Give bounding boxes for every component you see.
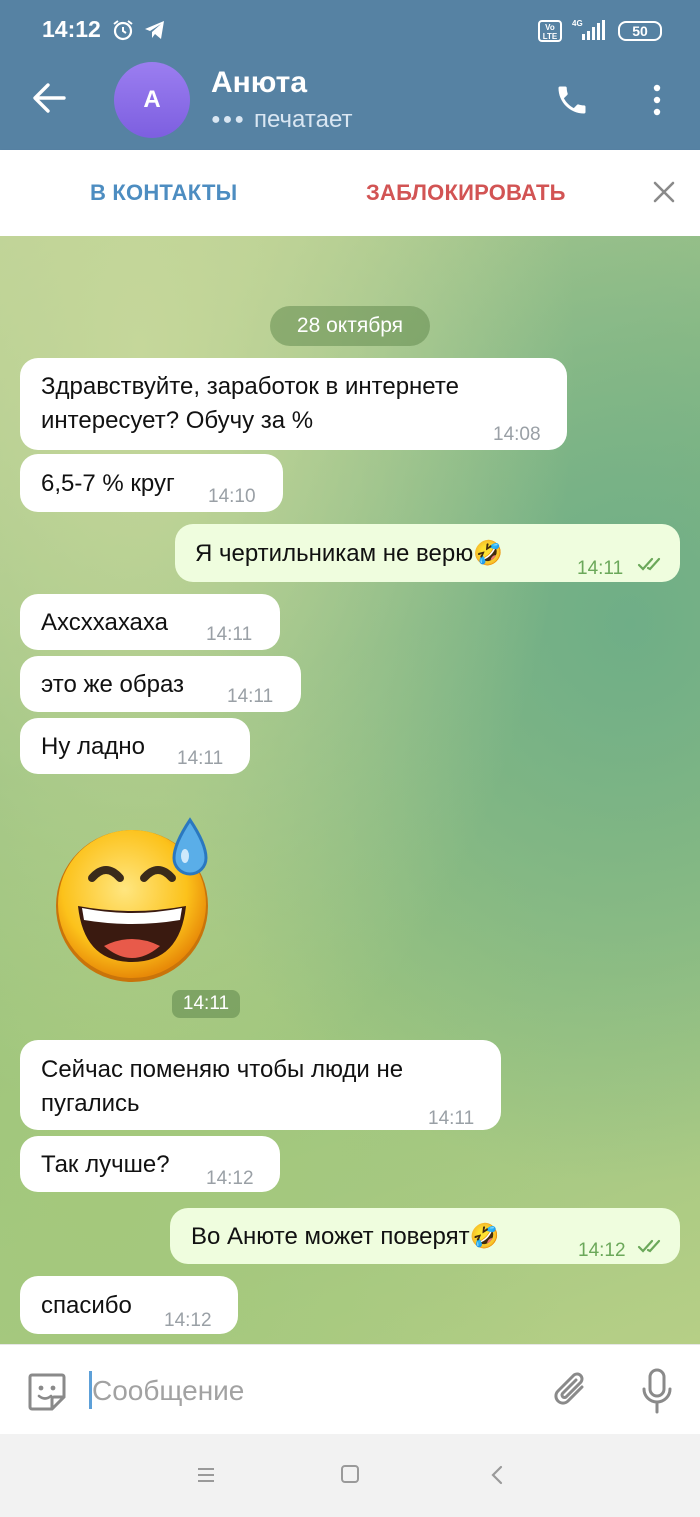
- status-bar: 14:12 Vo LTE 4G 50: [0, 0, 700, 62]
- telegram-icon: [145, 21, 164, 39]
- microphone-icon[interactable]: [640, 1367, 674, 1415]
- typing-dots-icon: ●●●: [211, 111, 246, 128]
- volte-icon: Vo LTE: [538, 20, 562, 42]
- message-text: Ахсххахаха: [41, 609, 168, 636]
- svg-text:4G: 4G: [572, 19, 583, 28]
- sticker-time: 14:11: [172, 990, 240, 1018]
- message-time: 14:12: [206, 1168, 254, 1189]
- more-options-icon[interactable]: [646, 82, 668, 118]
- app-header: 14:12 Vo LTE 4G 50 A Анюта ●●● печатает: [0, 0, 700, 150]
- home-icon[interactable]: [341, 1465, 359, 1483]
- system-back-icon[interactable]: [488, 1464, 506, 1486]
- message-text: 6,5-7 % круг: [41, 470, 175, 497]
- back-arrow-icon[interactable]: [32, 82, 66, 114]
- avatar[interactable]: A: [114, 62, 190, 138]
- chat-area[interactable]: 28 октября Здравствуйте, заработок в инт…: [0, 236, 700, 1344]
- message-incoming[interactable]: это же образ 14:11: [20, 656, 301, 712]
- message-time: 14:11: [206, 624, 253, 645]
- double-check-icon: [637, 1239, 661, 1253]
- message-outgoing[interactable]: Я чертильникам не верю🤣 14:11: [175, 524, 680, 582]
- message-body: Я чертильникам не верю: [195, 540, 474, 567]
- message-text: Сейчас поменяю чтобы люди не: [41, 1056, 404, 1083]
- message-composer: [0, 1344, 700, 1434]
- message-incoming[interactable]: Так лучше? 14:12: [20, 1136, 280, 1192]
- system-navigation-bar: [0, 1434, 700, 1517]
- grinning-face-with-sweat-sticker[interactable]: [44, 806, 224, 986]
- message-input[interactable]: [92, 1371, 532, 1411]
- message-incoming[interactable]: Сейчас поменяю чтобы люди не пугались 14…: [20, 1040, 501, 1130]
- status-time: 14:12: [42, 16, 101, 42]
- message-body: Во Анюте может поверят: [191, 1223, 470, 1250]
- message-time: 14:08: [493, 424, 541, 445]
- message-text: спасибо: [41, 1292, 132, 1319]
- close-icon[interactable]: [652, 180, 676, 204]
- message-time: 14:12: [578, 1240, 626, 1261]
- message-text: Здравствуйте, заработок в интернете: [41, 373, 459, 400]
- message-text: интересует? Обучу за %: [41, 407, 314, 434]
- message-time: 14:10: [208, 486, 256, 507]
- alarm-icon: [113, 20, 133, 41]
- phone-icon[interactable]: [554, 82, 590, 118]
- message-time: 14:11: [428, 1108, 475, 1129]
- message-text: Так лучше?: [41, 1151, 170, 1178]
- rofl-emoji-icon: 🤣: [469, 1223, 500, 1250]
- message-incoming[interactable]: 6,5-7 % круг 14:10: [20, 454, 283, 512]
- date-separator: 28 октября: [270, 306, 430, 346]
- battery-icon: 50: [618, 21, 662, 41]
- rofl-emoji-icon: 🤣: [473, 540, 504, 567]
- recent-apps-icon[interactable]: [196, 1466, 216, 1484]
- message-time: 14:11: [577, 558, 624, 579]
- message-incoming[interactable]: Ну ладно 14:11: [20, 718, 250, 774]
- message-incoming[interactable]: Ахсххахаха 14:11: [20, 594, 280, 650]
- message-text: Во Анюте может поверят🤣: [191, 1220, 499, 1254]
- message-text: это же образ: [41, 671, 185, 698]
- block-user-button[interactable]: ЗАБЛОКИРОВАТЬ: [366, 180, 566, 206]
- signal-icon: 4G: [572, 19, 605, 40]
- action-bar: В КОНТАКТЫ ЗАБЛОКИРОВАТЬ: [0, 150, 700, 236]
- chat-title[interactable]: Анюта: [211, 66, 307, 100]
- message-incoming[interactable]: Здравствуйте, заработок в интернете инте…: [20, 358, 567, 450]
- typing-label: печатает: [254, 106, 353, 133]
- message-time: 14:11: [177, 748, 224, 769]
- paperclip-icon[interactable]: [552, 1367, 592, 1413]
- message-text: Я чертильникам не верю🤣: [195, 537, 503, 571]
- message-text: пугались: [41, 1090, 140, 1117]
- add-to-contacts-button[interactable]: В КОНТАКТЫ: [90, 180, 237, 206]
- sticker-emoji-icon[interactable]: [26, 1371, 68, 1413]
- message-text: Ну ладно: [41, 733, 145, 760]
- double-check-icon: [637, 557, 661, 571]
- message-outgoing[interactable]: Во Анюте может поверят🤣 14:12: [170, 1208, 680, 1264]
- message-incoming[interactable]: спасибо 14:12: [20, 1276, 238, 1334]
- message-time: 14:12: [164, 1310, 212, 1331]
- typing-status: ●●● печатает: [211, 106, 352, 134]
- message-time: 14:11: [227, 686, 274, 707]
